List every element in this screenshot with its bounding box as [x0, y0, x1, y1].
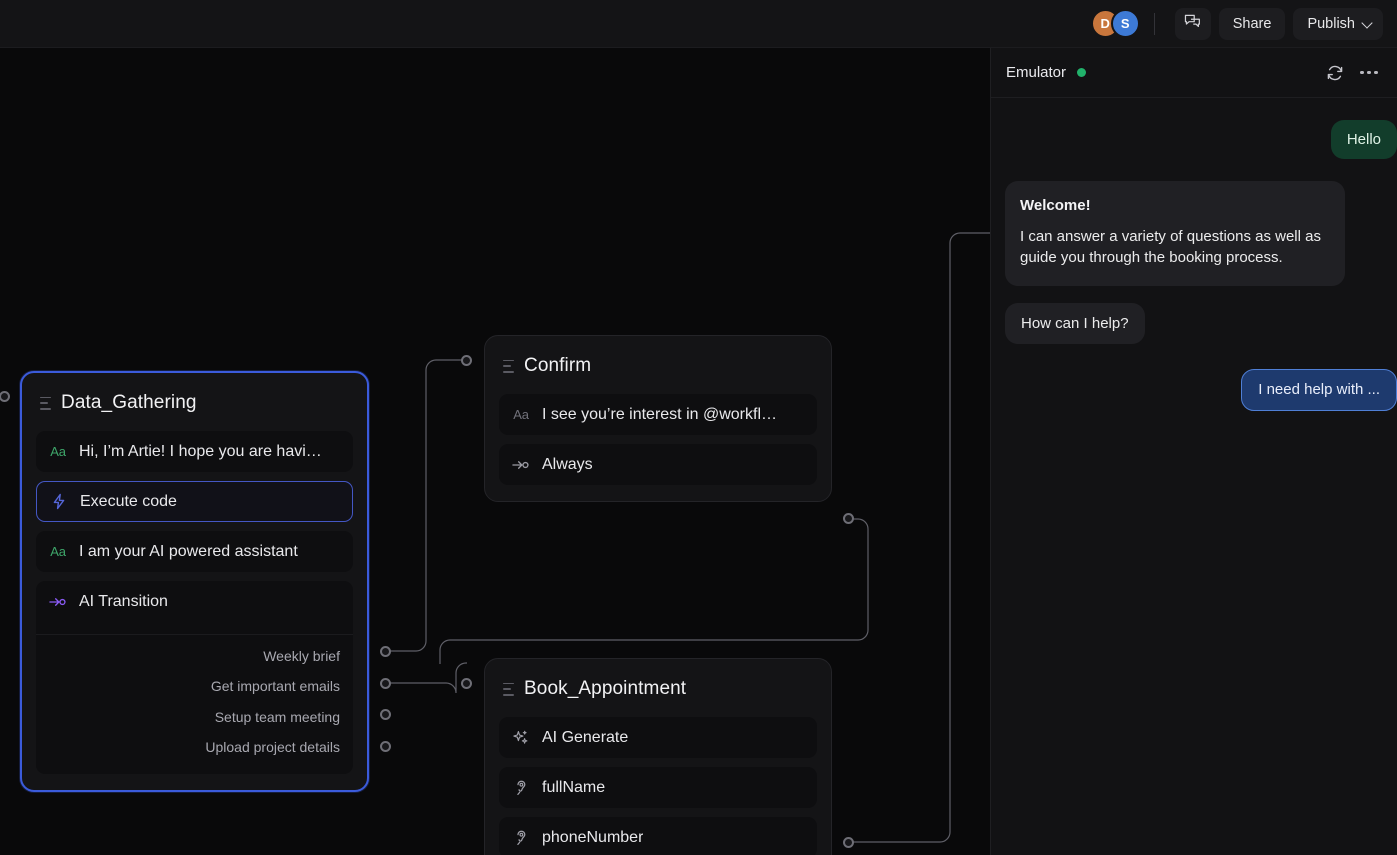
node-block-message[interactable]: Aa Hi, I’m Artie! I hope you are havi… — [36, 431, 353, 472]
status-badge — [1077, 68, 1087, 77]
share-button[interactable]: Share — [1218, 7, 1286, 40]
lightning-bolt-icon — [50, 493, 68, 511]
transition-output-port[interactable] — [380, 678, 391, 689]
avatar-initial: S — [1120, 16, 1130, 31]
chat-bubble-text: I can answer a variety of questions as w… — [1020, 227, 1321, 266]
top-bar: D S Share Publish — [0, 0, 1397, 48]
node-block-ai-transition[interactable]: AI Transition Weekly brief Get important… — [36, 581, 353, 774]
node-header[interactable]: Book_Appointment — [503, 678, 817, 700]
text-aa-icon: Aa — [50, 444, 66, 459]
edge-confirm-loop — [439, 518, 869, 664]
node-header[interactable]: Confirm — [503, 355, 817, 377]
avatar[interactable]: S — [1110, 9, 1140, 38]
chat-bubble-user-selected: I need help with ... — [1241, 369, 1397, 411]
node-header[interactable]: Data_Gathering — [40, 392, 353, 414]
drag-handle-icon[interactable] — [40, 396, 51, 410]
chat-message-row: Hello — [991, 120, 1397, 160]
text-aa-icon: Aa — [50, 544, 66, 559]
edge-datagathering-to-book — [390, 662, 467, 694]
node-block-execute-code[interactable]: Execute code — [36, 481, 353, 522]
node-block-label: AI Transition — [79, 592, 168, 610]
publish-button-label: Publish — [1307, 15, 1355, 32]
node-input-port[interactable] — [461, 678, 472, 689]
emulator-chat: Hello Welcome! I can answer a variety of… — [991, 98, 1397, 855]
share-button-label: Share — [1232, 15, 1272, 32]
chat-bubble-user: Hello — [1330, 120, 1397, 160]
node-block-label: AI Generate — [542, 728, 629, 746]
transition-output-port[interactable] — [380, 709, 391, 720]
chat-bubble-bot: How can I help? — [1005, 303, 1145, 345]
chevron-down-icon — [1363, 19, 1373, 29]
node-title: Book_Appointment — [524, 678, 687, 699]
chat-bubble-bot: Welcome! I can answer a variety of quest… — [1005, 181, 1345, 287]
chat-message-row: How can I help? — [991, 303, 1397, 345]
node-block-capture-phonenumber[interactable]: phoneNumber — [499, 817, 817, 855]
emulator-title: Emulator — [1006, 64, 1067, 81]
transition-item[interactable]: Setup team meeting — [49, 703, 340, 733]
transition-output-port[interactable] — [380, 646, 391, 657]
transition-item[interactable]: Upload project details — [49, 733, 340, 763]
node-output-port[interactable] — [843, 513, 854, 524]
node-block-capture-fullname[interactable]: fullName — [499, 767, 817, 808]
node-block-label: Hi, I’m Artie! I hope you are havi… — [79, 442, 322, 460]
workflow-editor-app: D S Share Publish Data_Gathering Aa Hi, … — [0, 0, 1397, 855]
chat-message-row: Welcome! I can answer a variety of quest… — [991, 181, 1397, 287]
publish-button[interactable]: Publish — [1293, 7, 1383, 40]
node-input-port[interactable] — [0, 391, 10, 402]
more-options-icon[interactable] — [1355, 59, 1383, 87]
node-block-label: phoneNumber — [542, 828, 644, 846]
node-block-label: I see you’re interest in @workfl… — [542, 405, 777, 423]
sparkle-ai-icon — [512, 729, 530, 747]
avatar-initial: D — [1100, 16, 1110, 31]
node-title: Data_Gathering — [61, 392, 197, 413]
comments-button[interactable] — [1174, 7, 1211, 40]
node-title: Confirm — [524, 355, 592, 376]
listen-ear-icon — [512, 779, 530, 797]
emulator-header: Emulator — [991, 48, 1397, 98]
drag-handle-icon[interactable] — [503, 359, 514, 373]
chat-bubble-icon — [1183, 12, 1202, 35]
node-block-message[interactable]: Aa I am your AI powered assistant — [36, 531, 353, 572]
node-block-label: I am your AI powered assistant — [79, 542, 298, 560]
node-confirm[interactable]: Confirm Aa I see you’re interest in @wor… — [484, 335, 832, 502]
node-book-appointment[interactable]: Book_Appointment AI Generate fullName ph… — [484, 658, 832, 855]
transition-output-port[interactable] — [380, 741, 391, 752]
node-block-message[interactable]: Aa I see you’re interest in @workfl… — [499, 394, 817, 435]
flow-canvas[interactable]: Data_Gathering Aa Hi, I’m Artie! I hope … — [0, 48, 990, 855]
chat-message-row: I need help with ... — [991, 369, 1397, 411]
transition-item[interactable]: Get important emails — [49, 672, 340, 702]
listen-ear-icon — [512, 829, 530, 847]
node-block-label: fullName — [542, 778, 606, 796]
transition-item[interactable]: Weekly brief — [49, 642, 340, 672]
emulator-panel: Emulator Hello Welcome! I can answer a v… — [990, 48, 1397, 855]
edge-datagathering-to-confirm — [390, 359, 466, 652]
drag-handle-icon[interactable] — [503, 682, 514, 696]
transition-arrow-icon — [512, 456, 530, 474]
node-output-port[interactable] — [843, 837, 854, 848]
refresh-icon[interactable] — [1321, 59, 1349, 87]
node-block-label: Execute code — [80, 492, 177, 510]
chat-bubble-title: Welcome! — [1020, 197, 1091, 215]
transition-arrow-icon — [49, 593, 67, 611]
collaborator-avatars: D S — [1090, 9, 1140, 38]
node-block-transition[interactable]: Always — [499, 444, 817, 485]
transition-item-list: Weekly brief Get important emails Setup … — [36, 634, 353, 774]
transition-header[interactable]: AI Transition — [36, 581, 353, 622]
node-input-port[interactable] — [461, 355, 472, 366]
node-block-label: Always — [542, 455, 593, 473]
divider — [1153, 12, 1155, 35]
node-block-ai-generate[interactable]: AI Generate — [499, 717, 817, 758]
node-data-gathering[interactable]: Data_Gathering Aa Hi, I’m Artie! I hope … — [20, 371, 369, 792]
text-aa-icon: Aa — [513, 407, 529, 422]
